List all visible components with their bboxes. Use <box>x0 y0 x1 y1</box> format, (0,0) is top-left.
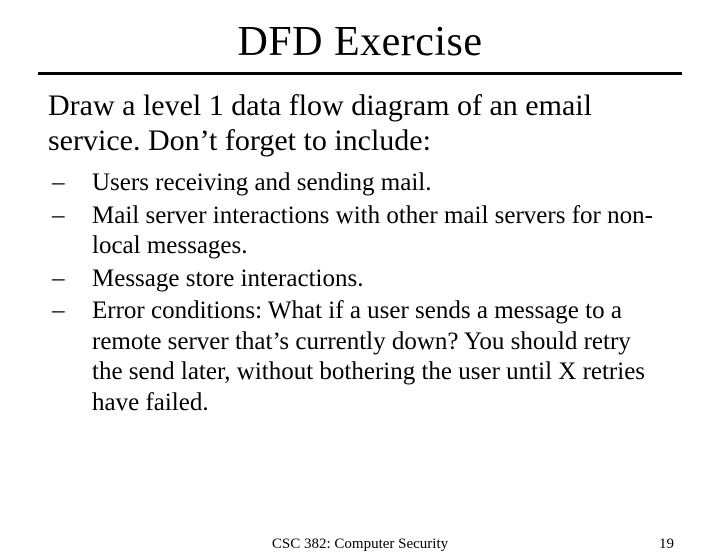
list-item: –Users receiving and sending mail. <box>72 168 664 199</box>
title-underline <box>38 72 682 75</box>
list-item-text: Error conditions: What if a user sends a… <box>92 297 645 416</box>
dash-icon: – <box>72 264 92 295</box>
list-item-text: Message store interactions. <box>92 265 363 292</box>
list-item: –Error conditions: What if a user sends … <box>72 296 664 418</box>
dash-icon: – <box>72 201 92 232</box>
slide-title: DFD Exercise <box>0 18 720 66</box>
footer-course: CSC 382: Computer Security <box>0 536 720 553</box>
list-item: –Mail server interactions with other mai… <box>72 201 664 262</box>
dash-icon: – <box>72 296 92 327</box>
bullet-list: –Users receiving and sending mail. –Mail… <box>72 168 664 418</box>
dash-icon: – <box>72 168 92 199</box>
slide: DFD Exercise Draw a level 1 data flow di… <box>0 18 720 558</box>
list-item-text: Mail server interactions with other mail… <box>92 202 653 260</box>
footer-page-number: 19 <box>659 536 674 553</box>
list-item: –Message store interactions. <box>72 264 664 295</box>
list-item-text: Users receiving and sending mail. <box>92 169 432 196</box>
lead-text: Draw a level 1 data flow diagram of an e… <box>48 89 660 158</box>
